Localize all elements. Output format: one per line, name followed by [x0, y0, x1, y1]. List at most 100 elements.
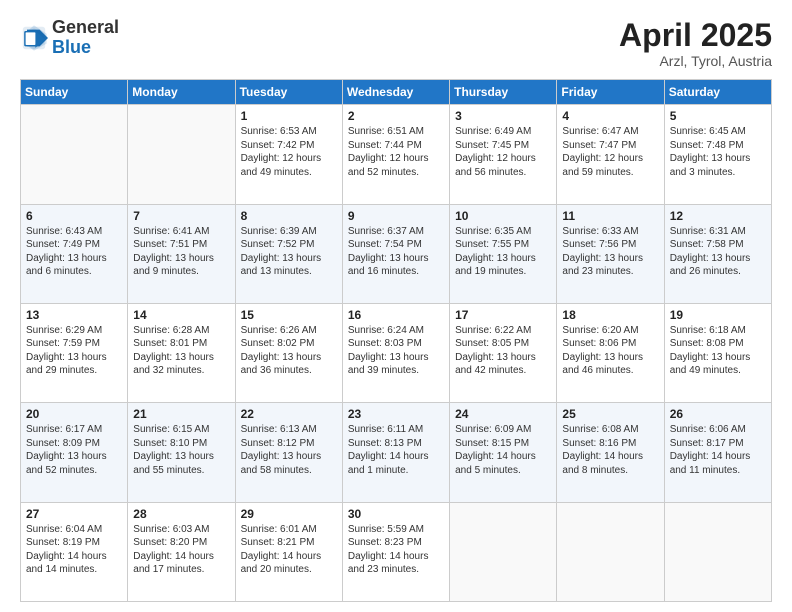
day-cell: 22 Sunrise: 6:13 AM Sunset: 8:12 PM Dayli… [235, 403, 342, 502]
day-cell: 5 Sunrise: 6:45 AM Sunset: 7:48 PM Daylig… [664, 105, 771, 204]
month-title: April 2025 [619, 18, 772, 53]
day-info: Sunrise: 6:49 AM Sunset: 7:45 PM Dayligh… [455, 125, 551, 179]
day-cell: 3Sunrise: 6:49 AM Sunset: 7:45 PM Daylig… [450, 105, 557, 204]
header: General Blue April 2025 Arzl, Tyrol, Aus… [20, 18, 772, 69]
day-cell: 28Sunrise: 6:03 AM Sunset: 8:20 PM Dayli… [128, 502, 235, 601]
day-info: Sunrise: 6:08 AM Sunset: 8:16 PM Dayligh… [562, 423, 658, 477]
page: General Blue April 2025 Arzl, Tyrol, Aus… [0, 0, 792, 612]
day-cell [450, 502, 557, 601]
day-cell [128, 105, 235, 204]
day-number: 4 [562, 109, 658, 123]
day-info: Sunrise: 6:06 AM Sunset: 8:17 PM Dayligh… [670, 423, 766, 477]
day-cell: 26 Sunrise: 6:06 AM Sunset: 8:17 PM Dayli… [664, 403, 771, 502]
day-cell: 17Sunrise: 6:22 AM Sunset: 8:05 PM Dayli… [450, 303, 557, 402]
day-info: Sunrise: 6:41 AM Sunset: 7:51 PM Dayligh… [133, 225, 229, 279]
day-info: Sunrise: 6:17 AM Sunset: 8:09 PM Dayligh… [26, 423, 122, 477]
day-info: Sunrise: 6:45 AM Sunset: 7:48 PM Dayligh… [670, 125, 766, 179]
day-number: 2 [348, 109, 444, 123]
day-number: 8 [241, 209, 337, 223]
day-info: Sunrise: 6:09 AM Sunset: 8:15 PM Dayligh… [455, 423, 551, 477]
logo-icon [20, 24, 48, 52]
day-info: Sunrise: 6:11 AM Sunset: 8:13 PM Dayligh… [348, 423, 444, 477]
day-cell [21, 105, 128, 204]
day-info: Sunrise: 6:20 AM Sunset: 8:06 PM Dayligh… [562, 324, 658, 378]
week-row-3: 13Sunrise: 6:29 AM Sunset: 7:59 PM Dayli… [21, 303, 772, 402]
day-cell: 15 Sunrise: 6:26 AM Sunset: 8:02 PM Dayli… [235, 303, 342, 402]
day-number: 18 [562, 308, 658, 322]
day-number: 12 [670, 209, 766, 223]
day-info: Sunrise: 6:37 AM Sunset: 7:54 PM Dayligh… [348, 225, 444, 279]
day-cell: 11Sunrise: 6:33 AM Sunset: 7:56 PM Dayli… [557, 204, 664, 303]
day-number: 7 [133, 209, 229, 223]
day-info: Sunrise: 6:28 AM Sunset: 8:01 PM Dayligh… [133, 324, 229, 378]
day-info: Sunrise: 6:47 AM Sunset: 7:47 PM Dayligh… [562, 125, 658, 179]
day-number: 15 [241, 308, 337, 322]
day-number: 14 [133, 308, 229, 322]
weekday-friday: Friday [557, 80, 664, 105]
weekday-tuesday: Tuesday [235, 80, 342, 105]
day-info: Sunrise: 6:03 AM Sunset: 8:20 PM Dayligh… [133, 523, 229, 577]
day-number: 20 [26, 407, 122, 421]
day-cell: 16 Sunrise: 6:24 AM Sunset: 8:03 PM Dayli… [342, 303, 449, 402]
weekday-monday: Monday [128, 80, 235, 105]
day-number: 10 [455, 209, 551, 223]
day-number: 21 [133, 407, 229, 421]
day-info: Sunrise: 6:18 AM Sunset: 8:08 PM Dayligh… [670, 324, 766, 378]
day-cell: 27 Sunrise: 6:04 AM Sunset: 8:19 PM Dayli… [21, 502, 128, 601]
weekday-sunday: Sunday [21, 80, 128, 105]
day-cell: 13Sunrise: 6:29 AM Sunset: 7:59 PM Dayli… [21, 303, 128, 402]
day-info: Sunrise: 6:53 AM Sunset: 7:42 PM Dayligh… [241, 125, 337, 179]
day-info: Sunrise: 6:31 AM Sunset: 7:58 PM Dayligh… [670, 225, 766, 279]
day-cell: 19Sunrise: 6:18 AM Sunset: 8:08 PM Dayli… [664, 303, 771, 402]
day-cell: 18 Sunrise: 6:20 AM Sunset: 8:06 PM Dayli… [557, 303, 664, 402]
day-number: 9 [348, 209, 444, 223]
day-info: Sunrise: 6:29 AM Sunset: 7:59 PM Dayligh… [26, 324, 122, 378]
logo: General Blue [20, 18, 119, 58]
day-cell: 6 Sunrise: 6:43 AM Sunset: 7:49 PM Daylig… [21, 204, 128, 303]
day-info: Sunrise: 6:24 AM Sunset: 8:03 PM Dayligh… [348, 324, 444, 378]
day-number: 6 [26, 209, 122, 223]
week-row-1: 1 Sunrise: 6:53 AM Sunset: 7:42 PM Daylig… [21, 105, 772, 204]
day-info: Sunrise: 6:13 AM Sunset: 8:12 PM Dayligh… [241, 423, 337, 477]
day-number: 23 [348, 407, 444, 421]
day-info: Sunrise: 5:59 AM Sunset: 8:23 PM Dayligh… [348, 523, 444, 577]
logo-text: General Blue [52, 18, 119, 58]
day-cell: 20 Sunrise: 6:17 AM Sunset: 8:09 PM Dayli… [21, 403, 128, 502]
day-cell: 21Sunrise: 6:15 AM Sunset: 8:10 PM Dayli… [128, 403, 235, 502]
day-number: 5 [670, 109, 766, 123]
day-cell: 7 Sunrise: 6:41 AM Sunset: 7:51 PM Daylig… [128, 204, 235, 303]
day-cell: 29 Sunrise: 6:01 AM Sunset: 8:21 PM Dayli… [235, 502, 342, 601]
logo-blue-text: Blue [52, 38, 119, 58]
day-cell: 30Sunrise: 5:59 AM Sunset: 8:23 PM Dayli… [342, 502, 449, 601]
day-cell [557, 502, 664, 601]
day-info: Sunrise: 6:01 AM Sunset: 8:21 PM Dayligh… [241, 523, 337, 577]
day-info: Sunrise: 6:35 AM Sunset: 7:55 PM Dayligh… [455, 225, 551, 279]
day-cell: 25Sunrise: 6:08 AM Sunset: 8:16 PM Dayli… [557, 403, 664, 502]
day-number: 29 [241, 507, 337, 521]
week-row-2: 6 Sunrise: 6:43 AM Sunset: 7:49 PM Daylig… [21, 204, 772, 303]
title-block: April 2025 Arzl, Tyrol, Austria [619, 18, 772, 69]
day-cell: 8 Sunrise: 6:39 AM Sunset: 7:52 PM Daylig… [235, 204, 342, 303]
day-cell [664, 502, 771, 601]
location: Arzl, Tyrol, Austria [619, 53, 772, 69]
day-number: 22 [241, 407, 337, 421]
day-cell: 1 Sunrise: 6:53 AM Sunset: 7:42 PM Daylig… [235, 105, 342, 204]
day-cell: 9 Sunrise: 6:37 AM Sunset: 7:54 PM Daylig… [342, 204, 449, 303]
day-cell: 10 Sunrise: 6:35 AM Sunset: 7:55 PM Dayli… [450, 204, 557, 303]
calendar-table: SundayMondayTuesdayWednesdayThursdayFrid… [20, 79, 772, 602]
day-number: 26 [670, 407, 766, 421]
day-number: 27 [26, 507, 122, 521]
day-info: Sunrise: 6:51 AM Sunset: 7:44 PM Dayligh… [348, 125, 444, 179]
day-info: Sunrise: 6:04 AM Sunset: 8:19 PM Dayligh… [26, 523, 122, 577]
day-cell: 4 Sunrise: 6:47 AM Sunset: 7:47 PM Daylig… [557, 105, 664, 204]
week-row-4: 20 Sunrise: 6:17 AM Sunset: 8:09 PM Dayli… [21, 403, 772, 502]
day-number: 1 [241, 109, 337, 123]
day-info: Sunrise: 6:39 AM Sunset: 7:52 PM Dayligh… [241, 225, 337, 279]
day-number: 16 [348, 308, 444, 322]
weekday-header-row: SundayMondayTuesdayWednesdayThursdayFrid… [21, 80, 772, 105]
day-info: Sunrise: 6:26 AM Sunset: 8:02 PM Dayligh… [241, 324, 337, 378]
day-number: 11 [562, 209, 658, 223]
weekday-saturday: Saturday [664, 80, 771, 105]
day-info: Sunrise: 6:43 AM Sunset: 7:49 PM Dayligh… [26, 225, 122, 279]
week-row-5: 27 Sunrise: 6:04 AM Sunset: 8:19 PM Dayli… [21, 502, 772, 601]
